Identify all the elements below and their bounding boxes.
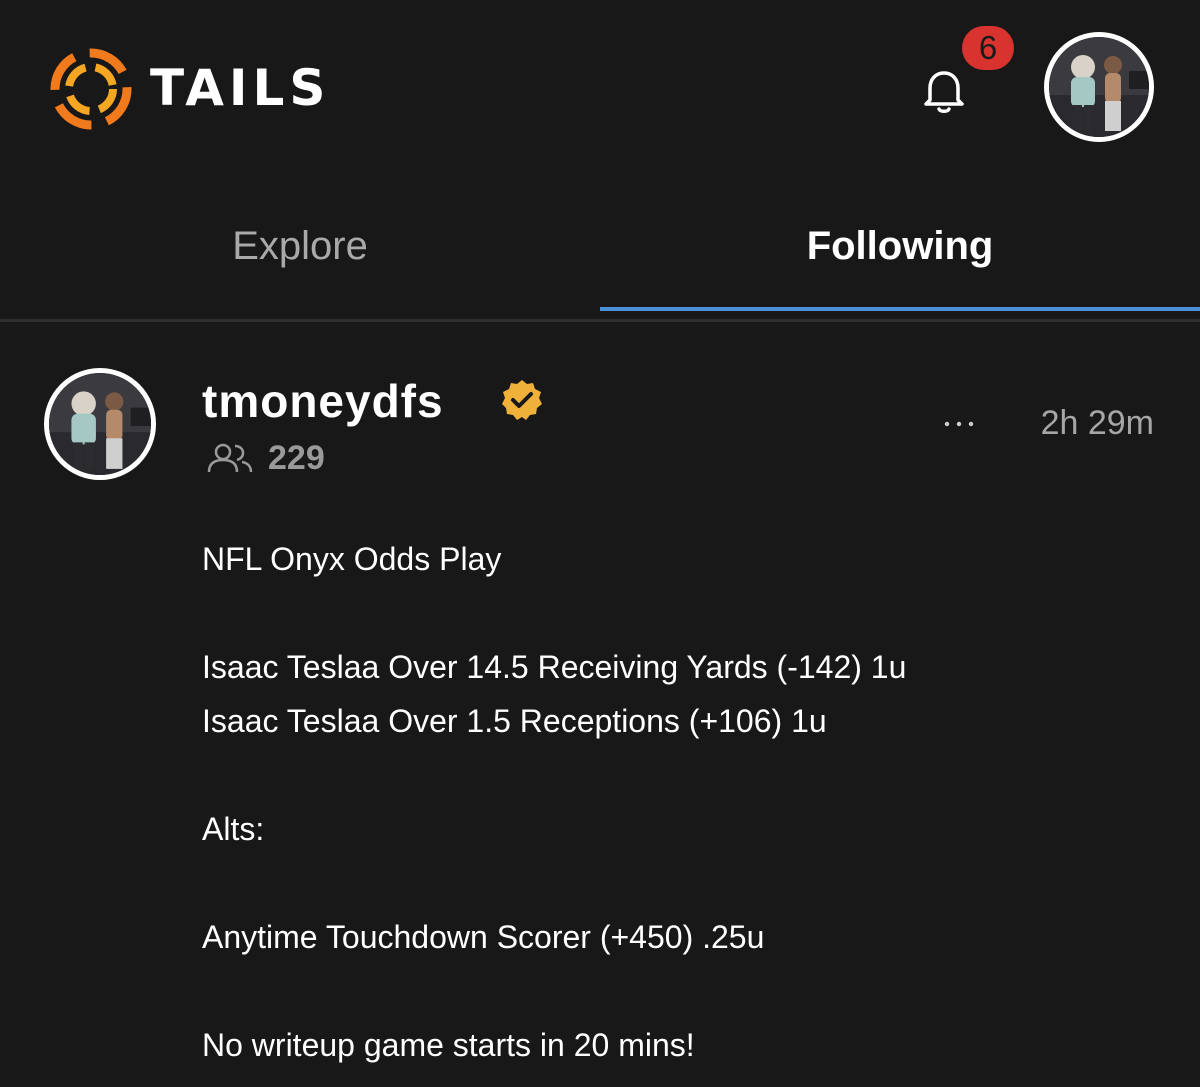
tab-following[interactable]: Following [600, 190, 1200, 308]
people-icon [206, 442, 254, 474]
post-author-avatar[interactable] [44, 368, 156, 480]
post-author-username[interactable]: tmoneydfs [202, 372, 444, 430]
post-line-alts-heading: Alts: [202, 811, 265, 847]
ellipsis-icon[interactable] [932, 404, 986, 444]
verified-badge-icon [500, 378, 544, 422]
profile-avatar[interactable] [1044, 32, 1154, 142]
app-header: TAILS 6 [0, 0, 1200, 180]
feed-post: tmoneydfs 229 2h 29m NFL Onyx Odds Play … [0, 322, 1200, 1087]
notification-count-badge[interactable]: 6 [962, 26, 1014, 70]
post-line-note: No writeup game starts in 20 mins! [202, 1027, 695, 1063]
tab-explore[interactable]: Explore [0, 190, 600, 308]
post-body: NFL Onyx Odds Play Isaac Teslaa Over 14.… [202, 532, 1162, 1072]
bell-icon[interactable] [916, 62, 972, 118]
post-line-alt-pick: Anytime Touchdown Scorer (+450) .25u [202, 919, 765, 955]
tails-flame-logo-icon [50, 48, 132, 130]
followers-count: 229 [268, 439, 325, 477]
post-line-pick: Isaac Teslaa Over 14.5 Receiving Yards (… [202, 649, 907, 685]
post-line-title: NFL Onyx Odds Play [202, 541, 502, 577]
post-line-pick: Isaac Teslaa Over 1.5 Receptions (+106) … [202, 703, 827, 739]
brand-name: TAILS [150, 59, 331, 117]
feed-tabs: Explore Following [0, 190, 1200, 312]
active-tab-indicator [600, 307, 1200, 311]
post-timestamp: 2h 29m [1040, 404, 1154, 442]
